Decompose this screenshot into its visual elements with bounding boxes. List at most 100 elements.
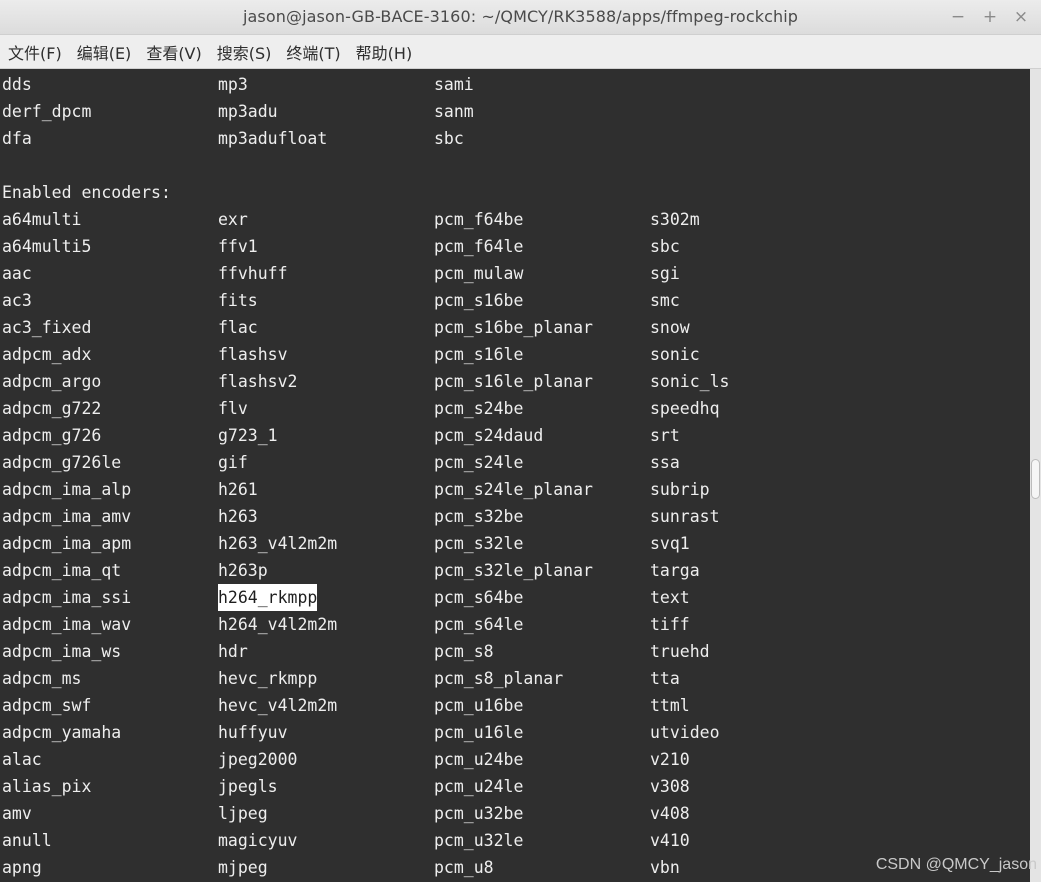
terminal-cell: pcm_s16le_planar [434, 372, 593, 391]
terminal-cell: hdr [218, 642, 248, 661]
terminal-cell: adpcm_adx [2, 345, 92, 364]
terminal-cell: flashsv2 [218, 372, 298, 391]
menu-edit[interactable]: 编辑(E) [69, 40, 139, 64]
terminal-cell: svq1 [650, 534, 690, 553]
terminal-cell: adpcm_ima_apm [2, 534, 132, 553]
terminal-cell: ffv1 [218, 237, 258, 256]
terminal-cell: pcm_s24le_planar [434, 480, 593, 499]
terminal-line: derf_dpcm mp3adu sanm [0, 98, 1030, 125]
terminal-cell: h263p [218, 561, 268, 580]
terminal-line: adpcm_swf hevc_v4l2m2m pcm_u16be ttml [0, 692, 1030, 719]
terminal-cell: pcm_u8 [434, 858, 494, 877]
terminal-line: adpcm_ima_apm h263_v4l2m2m pcm_s32le svq1 [0, 530, 1030, 557]
terminal-cell: pcm_f64le [434, 237, 524, 256]
terminal-cell: ac3 [2, 291, 32, 310]
terminal-cell: dds [2, 75, 32, 94]
close-button[interactable]: × [1010, 6, 1032, 28]
terminal-cell: pcm_s8 [434, 642, 494, 661]
terminal-cell: pcm_u16le [434, 723, 524, 742]
maximize-button[interactable]: + [979, 6, 1001, 28]
terminal-cell: srt [650, 426, 680, 445]
terminal-cell: utvideo [650, 723, 720, 742]
terminal-cell: vbn [650, 858, 680, 877]
terminal-output[interactable]: dds mp3 sami derf_dpcm mp3adu sanm dfa mp3adufl… [0, 69, 1030, 882]
terminal-cell: flv [218, 399, 248, 418]
selected-text: h264_rkmpp [218, 584, 318, 611]
terminal-cell: pcm_s32le [434, 534, 524, 553]
terminal-cell: pcm_s16be [434, 291, 524, 310]
terminal-cell: adpcm_ms [2, 669, 82, 688]
terminal-cell: amv [2, 804, 32, 823]
menu-search[interactable]: 搜索(S) [209, 40, 279, 64]
terminal-cell: pcm_s16be_planar [434, 318, 593, 337]
vertical-scrollbar[interactable] [1030, 69, 1041, 882]
terminal-line: dfa mp3adufloat sbc [0, 125, 1030, 152]
menu-help[interactable]: 帮助(H) [348, 40, 420, 64]
menu-view[interactable]: 查看(V) [138, 40, 208, 64]
window-title: jason@jason-GB-BACE-3160: ~/QMCY/RK3588/… [242, 7, 799, 26]
terminal-line: ac3 fits pcm_s16be smc [0, 287, 1030, 314]
terminal-cell: mjpeg [218, 858, 268, 877]
terminal-cell: alias_pix [2, 777, 92, 796]
terminal-line: adpcm_ima_amv h263 pcm_s32be sunrast [0, 503, 1030, 530]
terminal-cell: snow [650, 318, 690, 337]
terminal-cell: sanm [434, 102, 474, 121]
terminal-line: anull magicyuv pcm_u32le v410 [0, 827, 1030, 854]
terminal-cell: h263_v4l2m2m [218, 534, 338, 553]
terminal-line: adpcm_adx flashsv pcm_s16le sonic [0, 341, 1030, 368]
terminal-cell: ac3_fixed [2, 318, 92, 337]
terminal-cell: sunrast [650, 507, 720, 526]
terminal-cell: pcm_s64le [434, 615, 524, 634]
menu-terminal[interactable]: 终端(T) [278, 40, 347, 64]
terminal-cell: pcm_u16be [434, 696, 524, 715]
terminal-line: adpcm_ima_wav h264_v4l2m2m pcm_s64le tiff [0, 611, 1030, 638]
terminal-line: adpcm_ima_ws hdr pcm_s8 truehd [0, 638, 1030, 665]
terminal-line: adpcm_ms hevc_rkmpp pcm_s8_planar tta [0, 665, 1030, 692]
terminal-cell: adpcm_ima_wav [2, 615, 132, 634]
terminal-line: alias_pix jpegls pcm_u24le v308 [0, 773, 1030, 800]
terminal-cell: magicyuv [218, 831, 298, 850]
terminal-cell: adpcm_g726le [2, 453, 122, 472]
terminal-cell: mp3adufloat [218, 129, 328, 148]
terminal-cell: jpegls [218, 777, 278, 796]
terminal-cell: pcm_u24le [434, 777, 524, 796]
terminal-cell: derf_dpcm [2, 102, 92, 121]
terminal-cell: pcm_s32le_planar [434, 561, 593, 580]
terminal-line: adpcm_g722 flv pcm_s24be speedhq [0, 395, 1030, 422]
terminal-cell: targa [650, 561, 700, 580]
terminal-cell: adpcm_ima_amv [2, 507, 132, 526]
terminal-cell: pcm_s24daud [434, 426, 544, 445]
terminal-cell: pcm_s8_planar [434, 669, 564, 688]
terminal-cell: hevc_v4l2m2m [218, 696, 338, 715]
terminal-cell: hevc_rkmpp [218, 669, 318, 688]
terminal-line: Enabled encoders: [0, 179, 1030, 206]
terminal-cell: dfa [2, 129, 32, 148]
terminal-cell: ljpeg [218, 804, 268, 823]
terminal-cell: apng [2, 858, 42, 877]
terminal-cell: adpcm_ima_ws [2, 642, 122, 661]
terminal-cell: a64multi5 [2, 237, 92, 256]
terminal-line: adpcm_ima_ssi h264_rkmpp pcm_s64be text [0, 584, 1030, 611]
terminal-cell: v308 [650, 777, 690, 796]
terminal-cell: sami [434, 75, 474, 94]
terminal-cell: flashsv [218, 345, 288, 364]
terminal-cell: Enabled encoders: [2, 183, 171, 202]
terminal-cell: ssa [650, 453, 680, 472]
terminal-window: jason@jason-GB-BACE-3160: ~/QMCY/RK3588/… [0, 0, 1041, 882]
terminal-cell: pcm_s64be [434, 588, 524, 607]
menu-file[interactable]: 文件(F) [0, 40, 69, 64]
terminal-cell: sbc [434, 129, 464, 148]
scrollbar-thumb[interactable] [1031, 459, 1040, 499]
terminal-cell: g723_1 [218, 426, 278, 445]
title-bar[interactable]: jason@jason-GB-BACE-3160: ~/QMCY/RK3588/… [0, 0, 1041, 35]
terminal-cell: pcm_s32be [434, 507, 524, 526]
terminal-cell: v410 [650, 831, 690, 850]
terminal-cell: adpcm_ima_alp [2, 480, 132, 499]
minimize-button[interactable]: − [947, 6, 969, 28]
terminal-line: a64multi5 ffv1 pcm_f64le sbc [0, 233, 1030, 260]
terminal-line: adpcm_ima_alp h261 pcm_s24le_planar subrip [0, 476, 1030, 503]
terminal-line: adpcm_yamaha huffyuv pcm_u16le utvideo [0, 719, 1030, 746]
terminal-cell: tta [650, 669, 680, 688]
terminal-cell: adpcm_g722 [2, 399, 102, 418]
terminal-cell: adpcm_ima_ssi [2, 588, 132, 607]
